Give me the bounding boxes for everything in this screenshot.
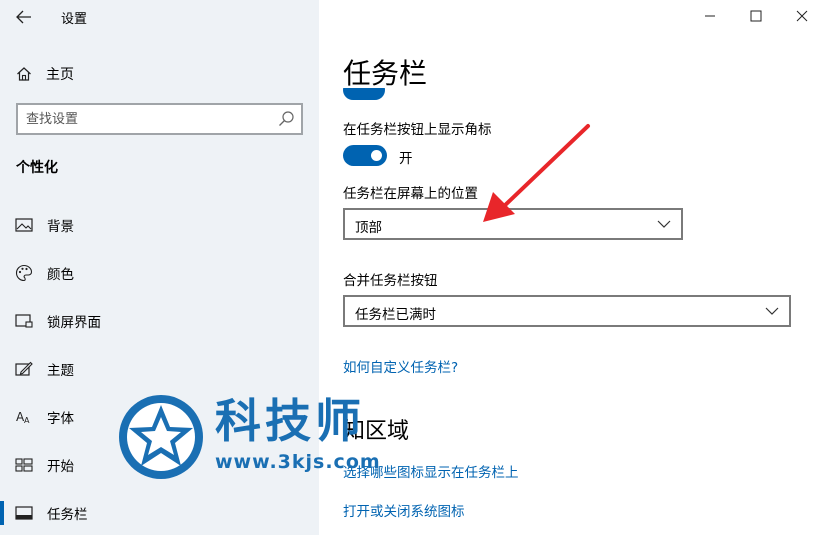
watermark-star-logo-icon <box>119 395 203 479</box>
partial-toggle[interactable] <box>343 88 385 100</box>
search-box[interactable] <box>16 103 303 135</box>
position-dropdown-value: 顶部 <box>355 220 382 236</box>
back-arrow-icon <box>16 10 31 24</box>
sidebar-item-lock-screen[interactable]: 锁屏界面 <box>0 301 319 341</box>
sidebar-item-label: 字体 <box>47 411 74 427</box>
close-icon <box>796 10 808 22</box>
combine-dropdown[interactable]: 任务栏已满时 <box>343 295 791 327</box>
chevron-down-icon <box>657 220 671 228</box>
theme-icon <box>14 359 34 379</box>
app-title: 设置 <box>61 12 88 27</box>
chevron-down-icon <box>765 307 779 315</box>
watermark: 科技师 www.3kjs.com <box>117 393 547 488</box>
home-label: 主页 <box>46 67 74 83</box>
start-icon <box>14 455 34 475</box>
system-icons-link[interactable]: 打开或关闭系统图标 <box>343 500 465 520</box>
badge-setting-label: 在任务栏按钮上显示角标 <box>343 122 492 138</box>
sidebar-item-background[interactable]: 背景 <box>0 205 319 245</box>
sidebar-item-label: 锁屏界面 <box>47 315 101 331</box>
annotation-arrow-icon <box>483 124 590 222</box>
watermark-url: www.3kjs.com <box>215 451 381 473</box>
home-icon <box>17 67 31 81</box>
back-button[interactable] <box>12 6 36 28</box>
palette-icon <box>14 263 34 283</box>
sidebar-item-label: 颜色 <box>47 267 74 283</box>
sidebar-item-label: 任务栏 <box>47 507 88 523</box>
font-icon: AA <box>14 407 34 427</box>
lock-screen-icon <box>14 311 34 331</box>
combine-dropdown-value: 任务栏已满时 <box>355 307 436 323</box>
sidebar-item-themes[interactable]: 主题 <box>0 349 319 389</box>
close-button[interactable] <box>789 4 815 28</box>
search-icon[interactable] <box>277 110 295 128</box>
home-nav-item[interactable]: 主页 <box>16 63 74 85</box>
customize-taskbar-link[interactable]: 如何自定义任务栏? <box>343 356 458 376</box>
watermark-brand: 科技师 <box>215 394 365 448</box>
sidebar-item-label: 开始 <box>47 459 74 475</box>
sidebar-item-label: 主题 <box>47 363 74 379</box>
section-title: 个性化 <box>16 160 58 176</box>
page-title: 任务栏 <box>343 57 428 90</box>
badge-toggle[interactable] <box>343 145 387 166</box>
maximize-icon <box>750 10 762 22</box>
sidebar-item-label: 背景 <box>47 219 74 235</box>
combine-setting-label: 合并任务栏按钮 <box>343 273 438 289</box>
taskbar-icon <box>14 503 34 523</box>
position-setting-label: 任务栏在屏幕上的位置 <box>343 186 478 202</box>
sidebar-item-taskbar[interactable]: 任务栏 <box>0 493 319 533</box>
badge-toggle-state: 开 <box>399 151 413 167</box>
picture-icon <box>14 215 34 235</box>
sidebar-item-colors[interactable]: 颜色 <box>0 253 319 293</box>
svg-text:A: A <box>24 416 30 425</box>
minimize-icon <box>705 15 715 17</box>
minimize-button[interactable] <box>697 4 723 28</box>
search-input[interactable] <box>26 105 276 133</box>
maximize-button[interactable] <box>743 4 769 28</box>
